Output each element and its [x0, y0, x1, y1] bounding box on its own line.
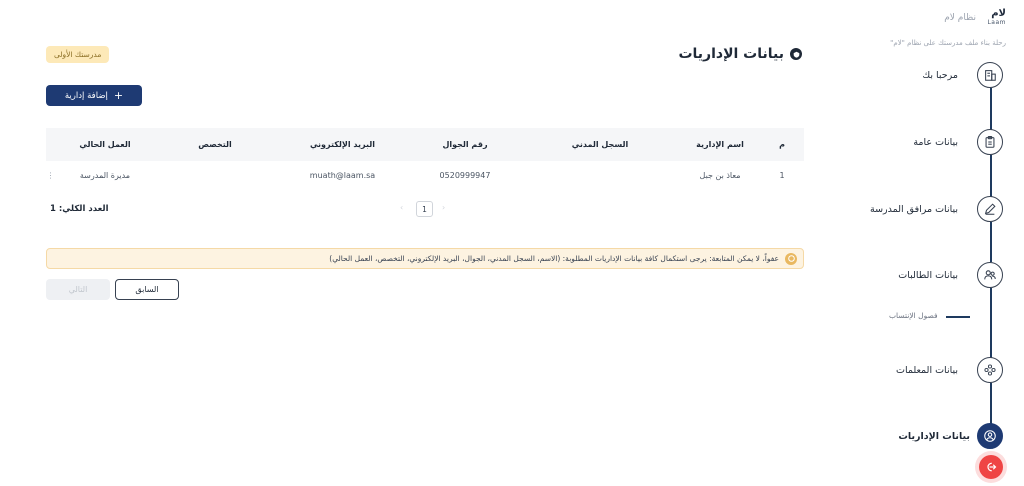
previous-button[interactable]: السابق [115, 279, 179, 300]
step-label-admins[interactable]: بيانات الإداريات [898, 431, 970, 442]
logout-icon [987, 462, 997, 472]
cell-email: muath@laam.sa [309, 170, 376, 180]
school-badge: مدرستك الأولى [46, 46, 110, 63]
brand-name: نظام لام [944, 13, 976, 23]
user-circle-icon [984, 430, 996, 442]
col-civil-id: السجل المدني [571, 140, 629, 149]
logo-arabic: لام [991, 8, 1006, 19]
col-specialty: التخصص [198, 140, 232, 149]
add-admin-label: إضافة إدارية [64, 90, 108, 101]
col-name: اسم الإدارية [696, 140, 744, 149]
cell-phone: 0520999947 [439, 170, 491, 180]
logo-english: Laam [987, 19, 1006, 26]
cell-index: 1 [779, 170, 785, 180]
admins-table: م اسم الإدارية السجل المدني رقم الجوال ا… [46, 128, 804, 189]
step-label-general[interactable]: بيانات عامة [913, 137, 958, 148]
table-row[interactable]: 1 معاذ بن جبل 0520999947 muath@laam.sa م… [46, 161, 804, 189]
cell-civil-id [520, 161, 680, 189]
cell-job: مديرة المدرسة [79, 170, 131, 180]
page-title: بيانات الإداريات [678, 46, 784, 62]
step-label-facilities[interactable]: بيانات مرافق المدرسة [870, 204, 958, 215]
warning-icon [785, 252, 797, 265]
add-admin-button[interactable]: + إضافة إدارية [46, 85, 142, 106]
cell-specialty [155, 161, 275, 189]
pencil-icon [984, 203, 996, 215]
logout-button[interactable] [979, 455, 1003, 479]
step-connector [990, 222, 992, 262]
col-index: م [779, 140, 785, 149]
page-header: بيانات الإداريات [678, 46, 802, 62]
shield-icon [790, 48, 802, 60]
alert-text: عفواً، لا يمكن المتابعة: يرجى استكمال كا… [329, 254, 779, 263]
step-label-students[interactable]: بيانات الطالبات [898, 270, 958, 281]
step-facilities[interactable] [977, 196, 1003, 222]
brand-tagline: رحلة بناء ملف مدرستك على نظام "لام" [890, 39, 1006, 47]
step-connector [990, 88, 992, 131]
cell-name: معاذ بن جبل [699, 170, 741, 180]
step-label-teachers[interactable]: بيانات المعلمات [896, 365, 958, 376]
plus-icon: + [113, 89, 124, 102]
page-number-button[interactable]: 1 [416, 201, 433, 217]
group-icon [984, 364, 996, 376]
laam-logo: لام Laam [984, 8, 1006, 26]
chevron-right-icon[interactable]: › [442, 203, 445, 212]
col-job: العمل الحالي [79, 140, 131, 149]
total-count: العدد الكلي: 1 [50, 204, 109, 214]
table-header-row: م اسم الإدارية السجل المدني رقم الجوال ا… [46, 128, 804, 161]
col-email: البريد الإلكتروني [309, 140, 376, 149]
step-connector [990, 288, 992, 358]
brand: لام Laam نظام لام [944, 8, 1006, 26]
step-students[interactable] [977, 262, 1003, 288]
step-connector [990, 155, 992, 198]
col-phone: رقم الجوال [442, 140, 488, 149]
step-connector [990, 383, 992, 424]
step-welcome[interactable] [977, 62, 1003, 88]
chevron-left-icon[interactable]: ‹ [400, 203, 403, 212]
building-icon [985, 70, 996, 81]
row-menu-icon[interactable]: ⋮ [46, 161, 55, 189]
step-teachers[interactable] [977, 357, 1003, 383]
validation-alert: عفواً، لا يمكن المتابعة: يرجى استكمال كا… [46, 248, 804, 269]
step-general[interactable] [977, 129, 1003, 155]
sub-step-label[interactable]: فصول الإنتساب [889, 311, 938, 320]
sub-step-connector [946, 316, 970, 318]
clipboard-icon [985, 136, 995, 148]
users-icon [984, 270, 996, 280]
next-button[interactable]: التالي [46, 279, 110, 300]
step-label-welcome[interactable]: مرحبا بك [922, 70, 958, 81]
step-admins[interactable] [977, 423, 1003, 449]
